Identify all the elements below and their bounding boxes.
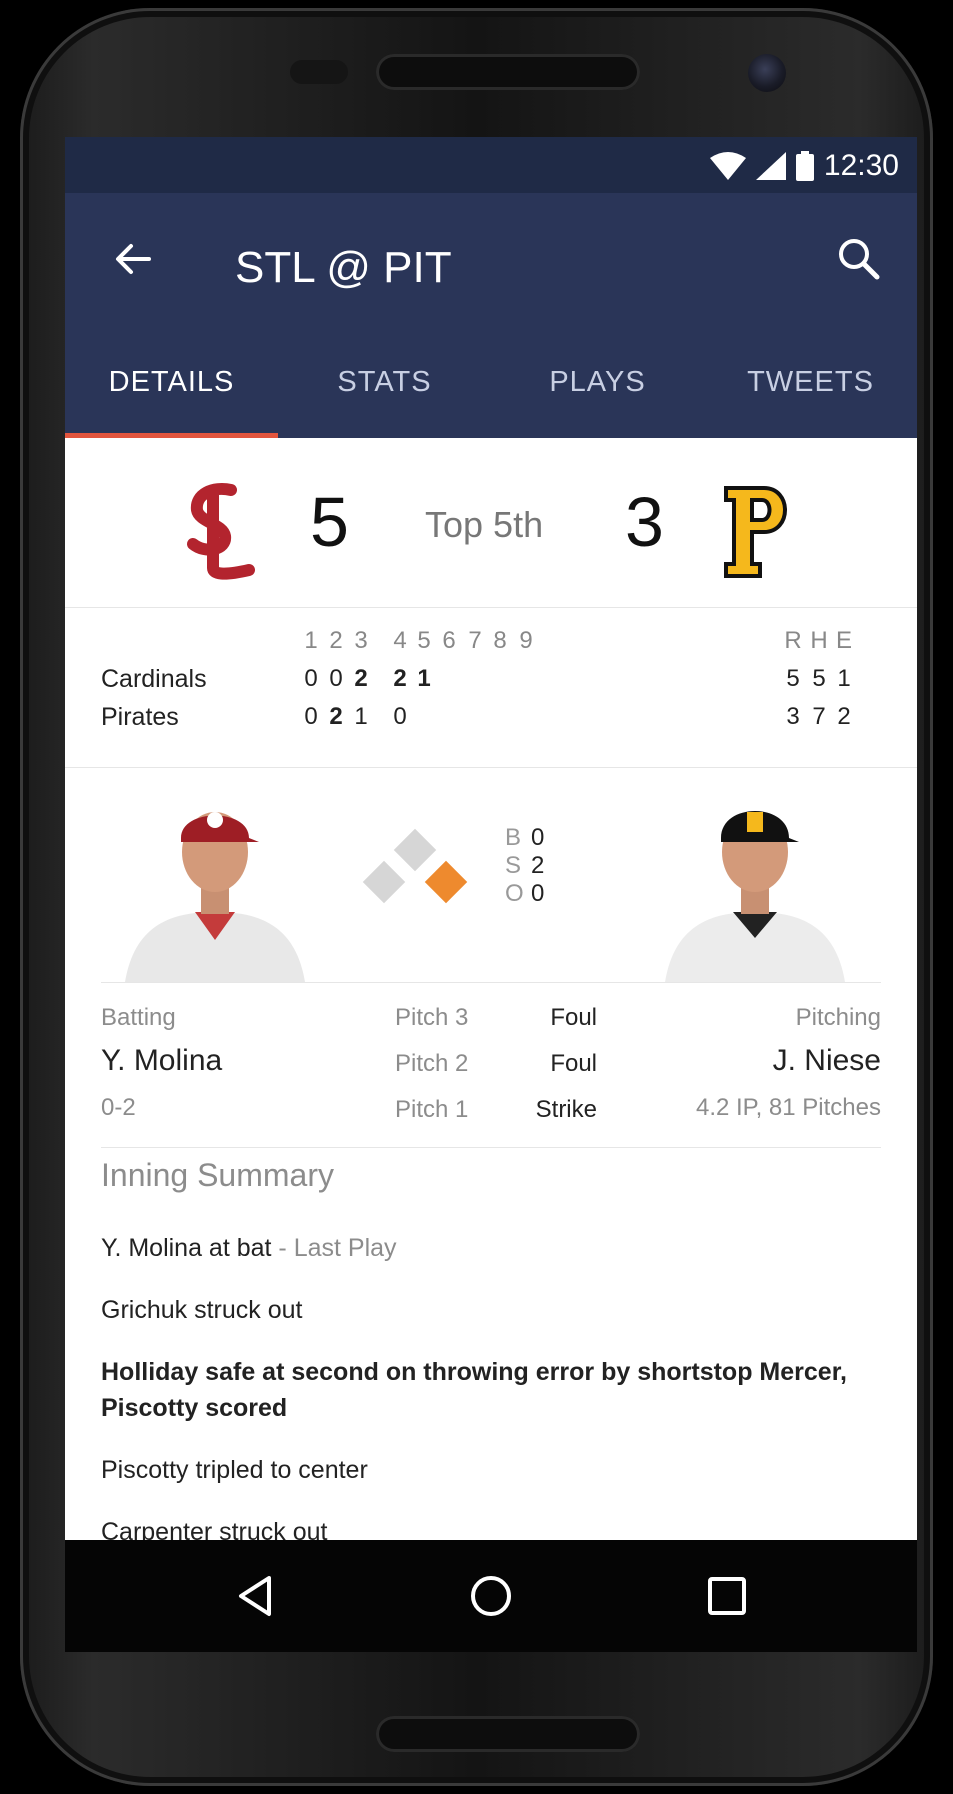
pitch-result: Strike <box>535 1096 597 1123</box>
inning-score: 0 <box>304 703 318 730</box>
count-value: 0 <box>531 824 545 851</box>
inning-score: 2 <box>393 665 407 692</box>
search-icon[interactable] <box>831 231 887 287</box>
pitch-label: Pitch 1 <box>395 1096 469 1123</box>
battery-icon <box>795 151 814 181</box>
inning-summary: Inning Summary Y. Molina at bat - Last P… <box>101 1157 881 1576</box>
inning-header: 7 <box>468 627 482 654</box>
inning-header: 8 <box>493 627 507 654</box>
count-panel: B0 S2 O0 <box>505 824 544 908</box>
arrow-left-icon[interactable] <box>105 231 161 287</box>
earpiece-speaker <box>376 54 640 90</box>
inning-header: 5 <box>417 627 431 654</box>
cell-signal-icon <box>755 152 786 180</box>
hits-header: H <box>810 627 828 654</box>
runs-header: R <box>784 627 802 654</box>
pitch-label: Pitch 2 <box>395 1050 469 1077</box>
bottom-speaker <box>376 1716 640 1752</box>
tab-details[interactable]: DETAILS <box>65 327 278 438</box>
tab-bar: DETAILS STATS PLAYS TWEETS <box>65 327 917 438</box>
pitcher-name[interactable]: J. Niese <box>773 1044 881 1078</box>
inning-score: 0 <box>393 703 407 730</box>
last-play-tag: - Last Play <box>271 1234 397 1262</box>
tab-tweets[interactable]: TWEETS <box>704 327 917 438</box>
errors-total: 1 <box>837 665 851 692</box>
tab-plays[interactable]: PLAYS <box>491 327 704 438</box>
inning-header: 3 <box>354 627 368 654</box>
count-value: 2 <box>531 852 545 879</box>
play-item: Grichuk struck out <box>101 1296 303 1324</box>
page-title: STL @ PIT <box>235 243 452 292</box>
errors-total: 2 <box>837 703 851 730</box>
front-camera <box>748 54 786 92</box>
pitcher-line: 4.2 IP, 81 Pitches <box>695 1094 881 1121</box>
inning-status: Top 5th <box>425 504 544 545</box>
navigation-bar <box>65 1540 917 1652</box>
inning-score: 2 <box>329 703 343 730</box>
pirates-logo <box>724 486 787 578</box>
count-label: B <box>505 824 522 851</box>
inning-header: 6 <box>442 627 456 654</box>
count-value: 0 <box>531 880 545 907</box>
hits-total: 5 <box>812 665 826 692</box>
matchup: B0 S2 O0 <box>65 772 917 982</box>
team-name: Pirates <box>101 703 179 731</box>
last-play-batter: Y. Molina at bat <box>101 1234 272 1262</box>
divider <box>65 767 917 768</box>
pitching-label: Pitching <box>795 1004 881 1031</box>
inning-score: 1 <box>417 665 431 692</box>
recents-square-icon[interactable] <box>697 1566 757 1626</box>
batter-line: 0-2 <box>101 1094 136 1121</box>
scoreboard: 5 Top 5th 3 <box>65 438 917 598</box>
hits-total: 7 <box>812 703 826 730</box>
proximity-sensor <box>290 60 348 84</box>
team-name: Cardinals <box>101 665 207 693</box>
linescore: 1 2 3 4 5 6 7 8 9 R H E Cardinals 0 0 2 … <box>65 607 917 767</box>
wifi-icon <box>709 152 746 180</box>
inning-score: 0 <box>329 665 343 692</box>
base-diamond <box>362 828 468 904</box>
batting-label: Batting <box>101 1004 176 1031</box>
runs-total: 5 <box>786 665 800 692</box>
screen: 12:30 STL @ PIT DETAILS STATS PLAYS TWEE… <box>65 137 917 1652</box>
back-triangle-icon[interactable] <box>225 1566 285 1626</box>
cardinals-logo <box>187 483 255 580</box>
inning-score: 0 <box>304 665 318 692</box>
home-circle-icon[interactable] <box>461 1566 521 1626</box>
runner-on-first <box>424 860 468 904</box>
inning-header: 9 <box>519 627 533 654</box>
app-bar: STL @ PIT DETAILS STATS PLAYS TWEETS <box>65 193 917 438</box>
pitch-result: Foul <box>550 1050 597 1077</box>
inning-score: 1 <box>354 703 368 730</box>
status-time: 12:30 <box>823 149 899 182</box>
count-label: S <box>505 852 522 879</box>
status-bar: 12:30 <box>65 137 917 193</box>
last-play: Y. Molina at bat - Last Play <box>101 1230 881 1266</box>
tab-stats[interactable]: STATS <box>278 327 491 438</box>
batter-photo <box>125 812 305 982</box>
inning-score: 2 <box>354 665 368 692</box>
away-score: 5 <box>310 483 349 561</box>
play-item: Piscotty tripled to center <box>101 1456 368 1484</box>
batter-name[interactable]: Y. Molina <box>101 1044 222 1078</box>
at-bat-info: Batting Y. Molina 0-2 Pitch 3 Foul Pitch… <box>65 992 917 1152</box>
runs-total: 3 <box>786 703 800 730</box>
inning-header: 1 <box>304 627 318 654</box>
section-title: Inning Summary <box>101 1157 334 1193</box>
inning-header: 4 <box>393 627 407 654</box>
pitcher-photo <box>665 811 845 982</box>
play-item: Holliday safe at second on throwing erro… <box>101 1358 847 1422</box>
pitch-label: Pitch 3 <box>395 1004 469 1031</box>
count-label: O <box>505 880 524 907</box>
pitch-result: Foul <box>550 1004 597 1031</box>
divider <box>101 982 881 983</box>
errors-header: E <box>835 627 852 654</box>
divider <box>101 1147 881 1148</box>
inning-header: 2 <box>329 627 343 654</box>
home-score: 3 <box>625 483 664 561</box>
